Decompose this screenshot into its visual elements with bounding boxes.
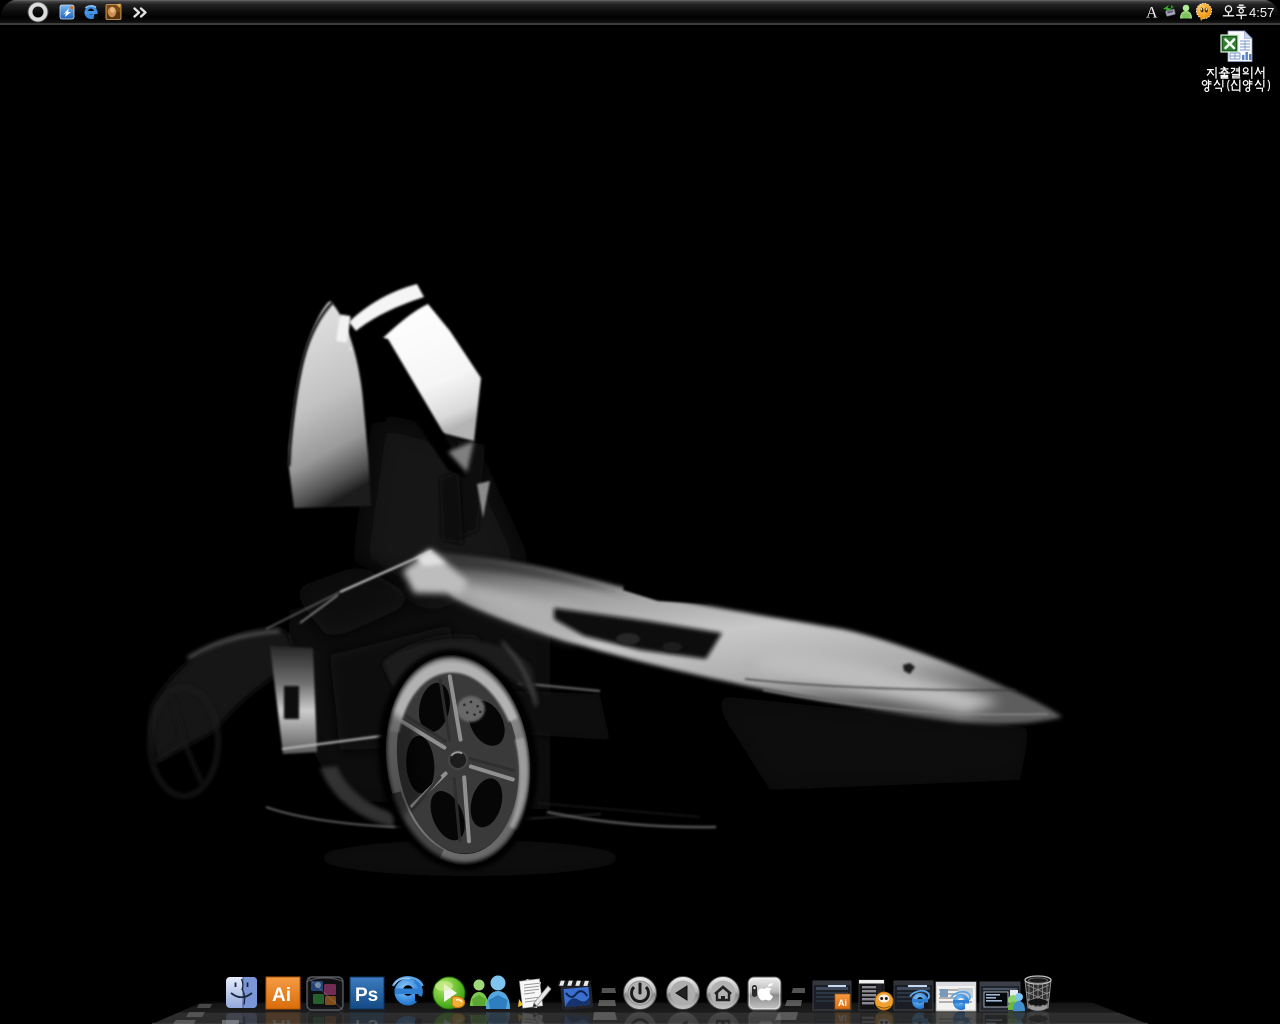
svg-text:Ai: Ai <box>272 985 291 1006</box>
svg-text:4:57: 4:57 <box>1249 5 1274 20</box>
svg-text:Ps: Ps <box>355 985 378 1006</box>
svg-text:A: A <box>1146 5 1158 22</box>
svg-text:Ai: Ai <box>838 998 847 1008</box>
